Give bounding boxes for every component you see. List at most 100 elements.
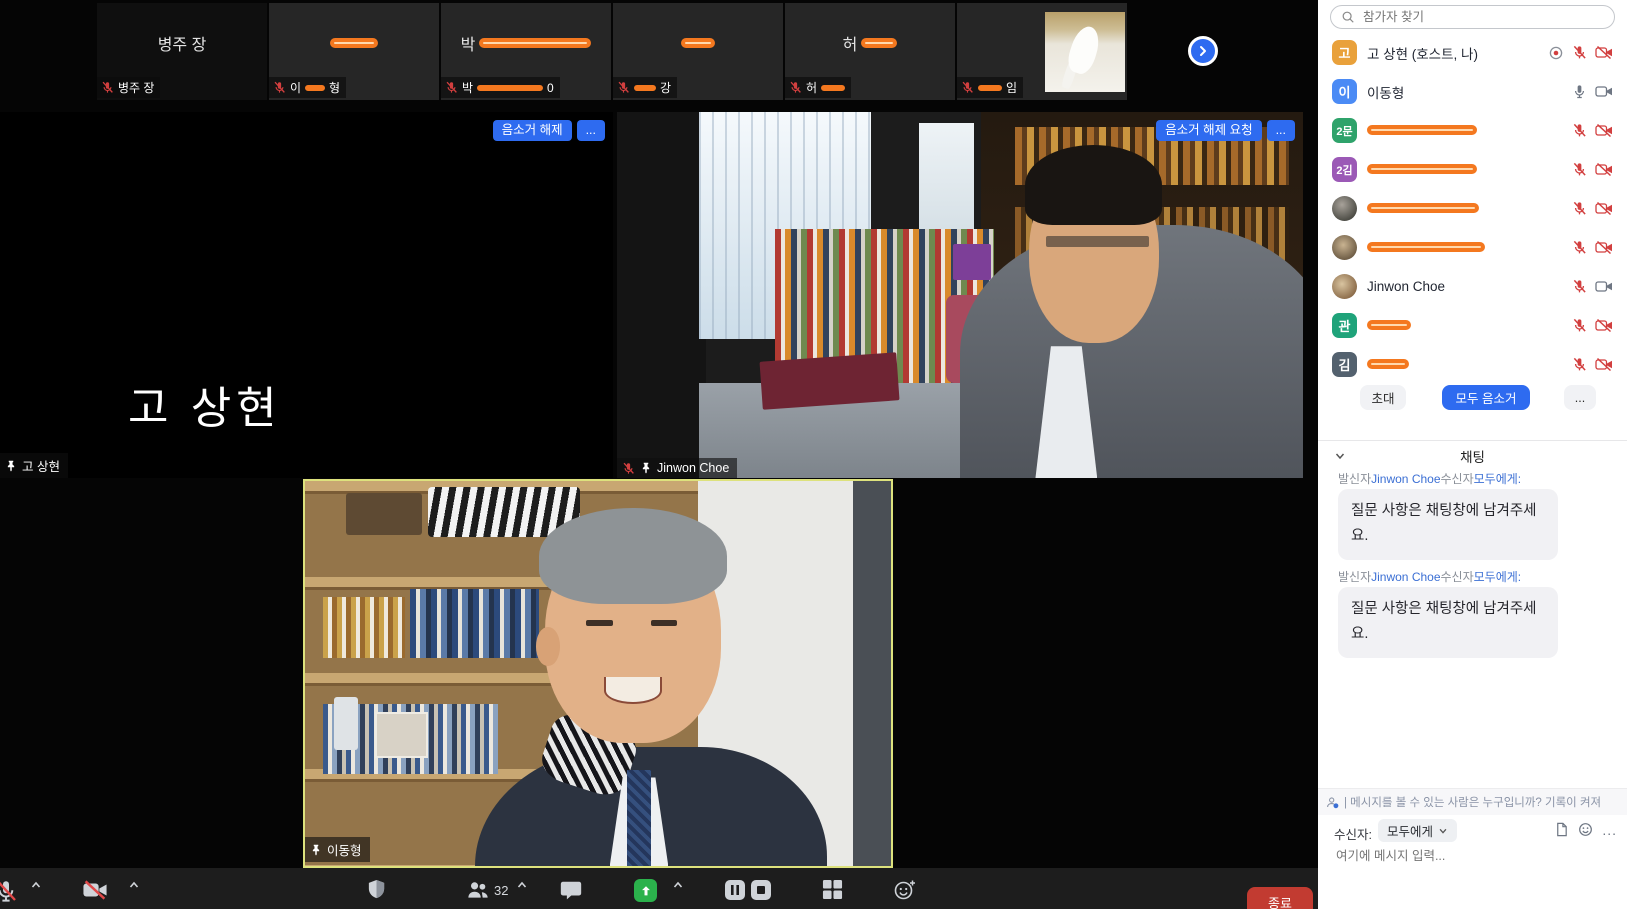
chat-message-bubble: 질문 사항은 채팅창에 남겨주세요. <box>1338 489 1558 560</box>
video-tile[interactable]: 박 박0 <box>441 3 611 100</box>
chat-sender-line: 발신자Jinwon Choe수신자모두에게: <box>1338 568 1521 585</box>
stop-icon <box>750 879 772 901</box>
request-unmute-button[interactable]: 음소거 해제 요청 <box>1156 120 1261 141</box>
recipient-selector[interactable]: 모두에게 <box>1378 819 1457 842</box>
camera-off-icon <box>1595 240 1613 255</box>
mic-muted-icon <box>445 81 458 94</box>
camera-off-icon <box>1595 123 1613 138</box>
more-icon[interactable]: ... <box>1602 825 1617 835</box>
compose-actions: ... <box>1554 822 1617 837</box>
reactions-button[interactable] <box>894 879 916 901</box>
search-input[interactable] <box>1361 9 1604 25</box>
participant-row[interactable]: 김 <box>1318 345 1627 384</box>
tile-name: 병주 장 <box>118 79 154 96</box>
mic-muted-icon <box>961 81 974 94</box>
participant-name: 이동형 <box>1367 82 1404 102</box>
apps-button[interactable] <box>822 879 843 900</box>
chat-sender-line: 발신자Jinwon Choe수신자모두에게: <box>1338 470 1521 487</box>
tile-name-badge: 임 <box>957 77 1023 98</box>
mute-toggle[interactable] <box>0 879 18 903</box>
video-tile[interactable]: 이형 <box>269 3 439 100</box>
chat-header: 채팅 <box>1318 446 1627 466</box>
avatar: 2김 <box>1332 157 1357 182</box>
emoji-icon[interactable] <box>1578 822 1593 837</box>
chevron-down-icon <box>1438 826 1448 836</box>
tile-name-badge: 이형 <box>269 77 346 98</box>
participant-row[interactable] <box>1318 189 1627 228</box>
pinned-video-lee-dong-hyung[interactable]: 이동형 <box>303 479 893 868</box>
end-meeting-button[interactable]: 종료 <box>1247 887 1313 909</box>
file-icon[interactable] <box>1554 822 1569 837</box>
camera-off-icon <box>1595 45 1613 60</box>
chevron-down-icon[interactable] <box>1334 450 1346 462</box>
next-page-button[interactable] <box>1188 36 1218 66</box>
participant-row[interactable]: Jinwon Choe <box>1318 267 1627 306</box>
chat-message-bubble: 질문 사항은 채팅창에 남겨주세요. <box>1338 587 1558 658</box>
tile-name: 임 <box>1006 79 1017 96</box>
participant-name: Jinwon Choe <box>1367 279 1445 294</box>
avatar-photo <box>1332 235 1357 260</box>
mic-muted-icon <box>1572 45 1587 60</box>
mic-muted-icon <box>1572 279 1587 294</box>
redaction-blob <box>1367 320 1411 330</box>
chat-message-input[interactable] <box>1334 848 1604 864</box>
mute-all-button[interactable]: 모두 음소거 <box>1442 385 1530 410</box>
redaction-blob <box>1367 242 1485 252</box>
mic-muted-icon <box>789 81 802 94</box>
panel-divider <box>1318 440 1627 441</box>
shield-icon <box>366 879 387 900</box>
video-tile[interactable]: 임 <box>957 3 1127 100</box>
redaction-blob <box>477 85 543 91</box>
video-name-label: Jinwon Choe <box>617 458 737 478</box>
unmute-button[interactable]: 음소거 해제 <box>493 120 572 141</box>
pin-icon <box>310 844 322 856</box>
main-video-self[interactable]: 고 상현 음소거 해제 ... 고 상현 <box>0 112 613 478</box>
mic-on-icon <box>1572 84 1587 99</box>
invite-button[interactable]: 초대 <box>1360 385 1406 410</box>
camera-on-icon <box>1595 84 1613 99</box>
pause-icon <box>724 879 746 901</box>
mic-muted-icon <box>617 81 630 94</box>
tile-name-badge: 박0 <box>441 77 560 98</box>
main-video-jinwon-choe[interactable]: 음소거 해제 요청 ... Jinwon Choe <box>617 112 1303 478</box>
mic-muted-icon <box>622 462 635 475</box>
participant-row[interactable] <box>1318 228 1627 267</box>
video-tile[interactable]: 허 허 <box>785 3 955 100</box>
redaction-blob <box>1367 203 1479 213</box>
video-tile[interactable]: 병주 장 병주 장 <box>97 3 267 100</box>
notice-text: | 메시지를 볼 수 있는 사람은 누구입니까? 기록이 켜져 <box>1344 794 1601 810</box>
tile-name-badge: 허 <box>785 77 851 98</box>
participant-row[interactable]: 관 <box>1318 306 1627 345</box>
more-options-button[interactable]: ... <box>1267 120 1295 141</box>
security-button[interactable] <box>366 879 387 900</box>
chat-button[interactable] <box>560 879 582 901</box>
tile-name-badge: 강 <box>613 77 677 98</box>
stop-recording-button[interactable] <box>750 879 772 901</box>
share-options-chevron[interactable] <box>672 879 684 891</box>
tile-center-name: 박 <box>461 31 476 55</box>
video-options-chevron[interactable] <box>128 879 140 891</box>
more-options-button[interactable]: ... <box>577 120 605 141</box>
bookshelf-video-feed <box>305 481 891 866</box>
participants-button[interactable]: 32 <box>466 879 508 901</box>
more-button[interactable]: ... <box>1564 385 1596 410</box>
video-name-label: 고 상현 <box>0 453 68 478</box>
pin-icon <box>640 462 652 474</box>
camera-off-icon <box>82 879 108 901</box>
participant-row[interactable]: 2문 <box>1318 111 1627 150</box>
pin-icon <box>5 460 17 472</box>
video-tile[interactable]: 강 <box>613 3 783 100</box>
participant-row[interactable]: 2김 <box>1318 150 1627 189</box>
share-screen-button[interactable] <box>634 879 657 902</box>
chevron-up-icon <box>516 879 528 891</box>
participants-chevron[interactable] <box>516 879 528 891</box>
tile-center-name: 허 <box>843 31 858 55</box>
participant-row[interactable]: 고 고 상현 (호스트, 나) <box>1318 33 1627 72</box>
video-toggle[interactable] <box>82 879 108 901</box>
participant-search[interactable] <box>1330 5 1615 29</box>
camera-off-icon <box>1595 357 1613 372</box>
pause-recording-button[interactable] <box>724 879 746 901</box>
mic-options-chevron[interactable] <box>30 879 42 891</box>
participant-row[interactable]: 이 이동형 <box>1318 72 1627 111</box>
mic-muted-icon <box>101 81 114 94</box>
